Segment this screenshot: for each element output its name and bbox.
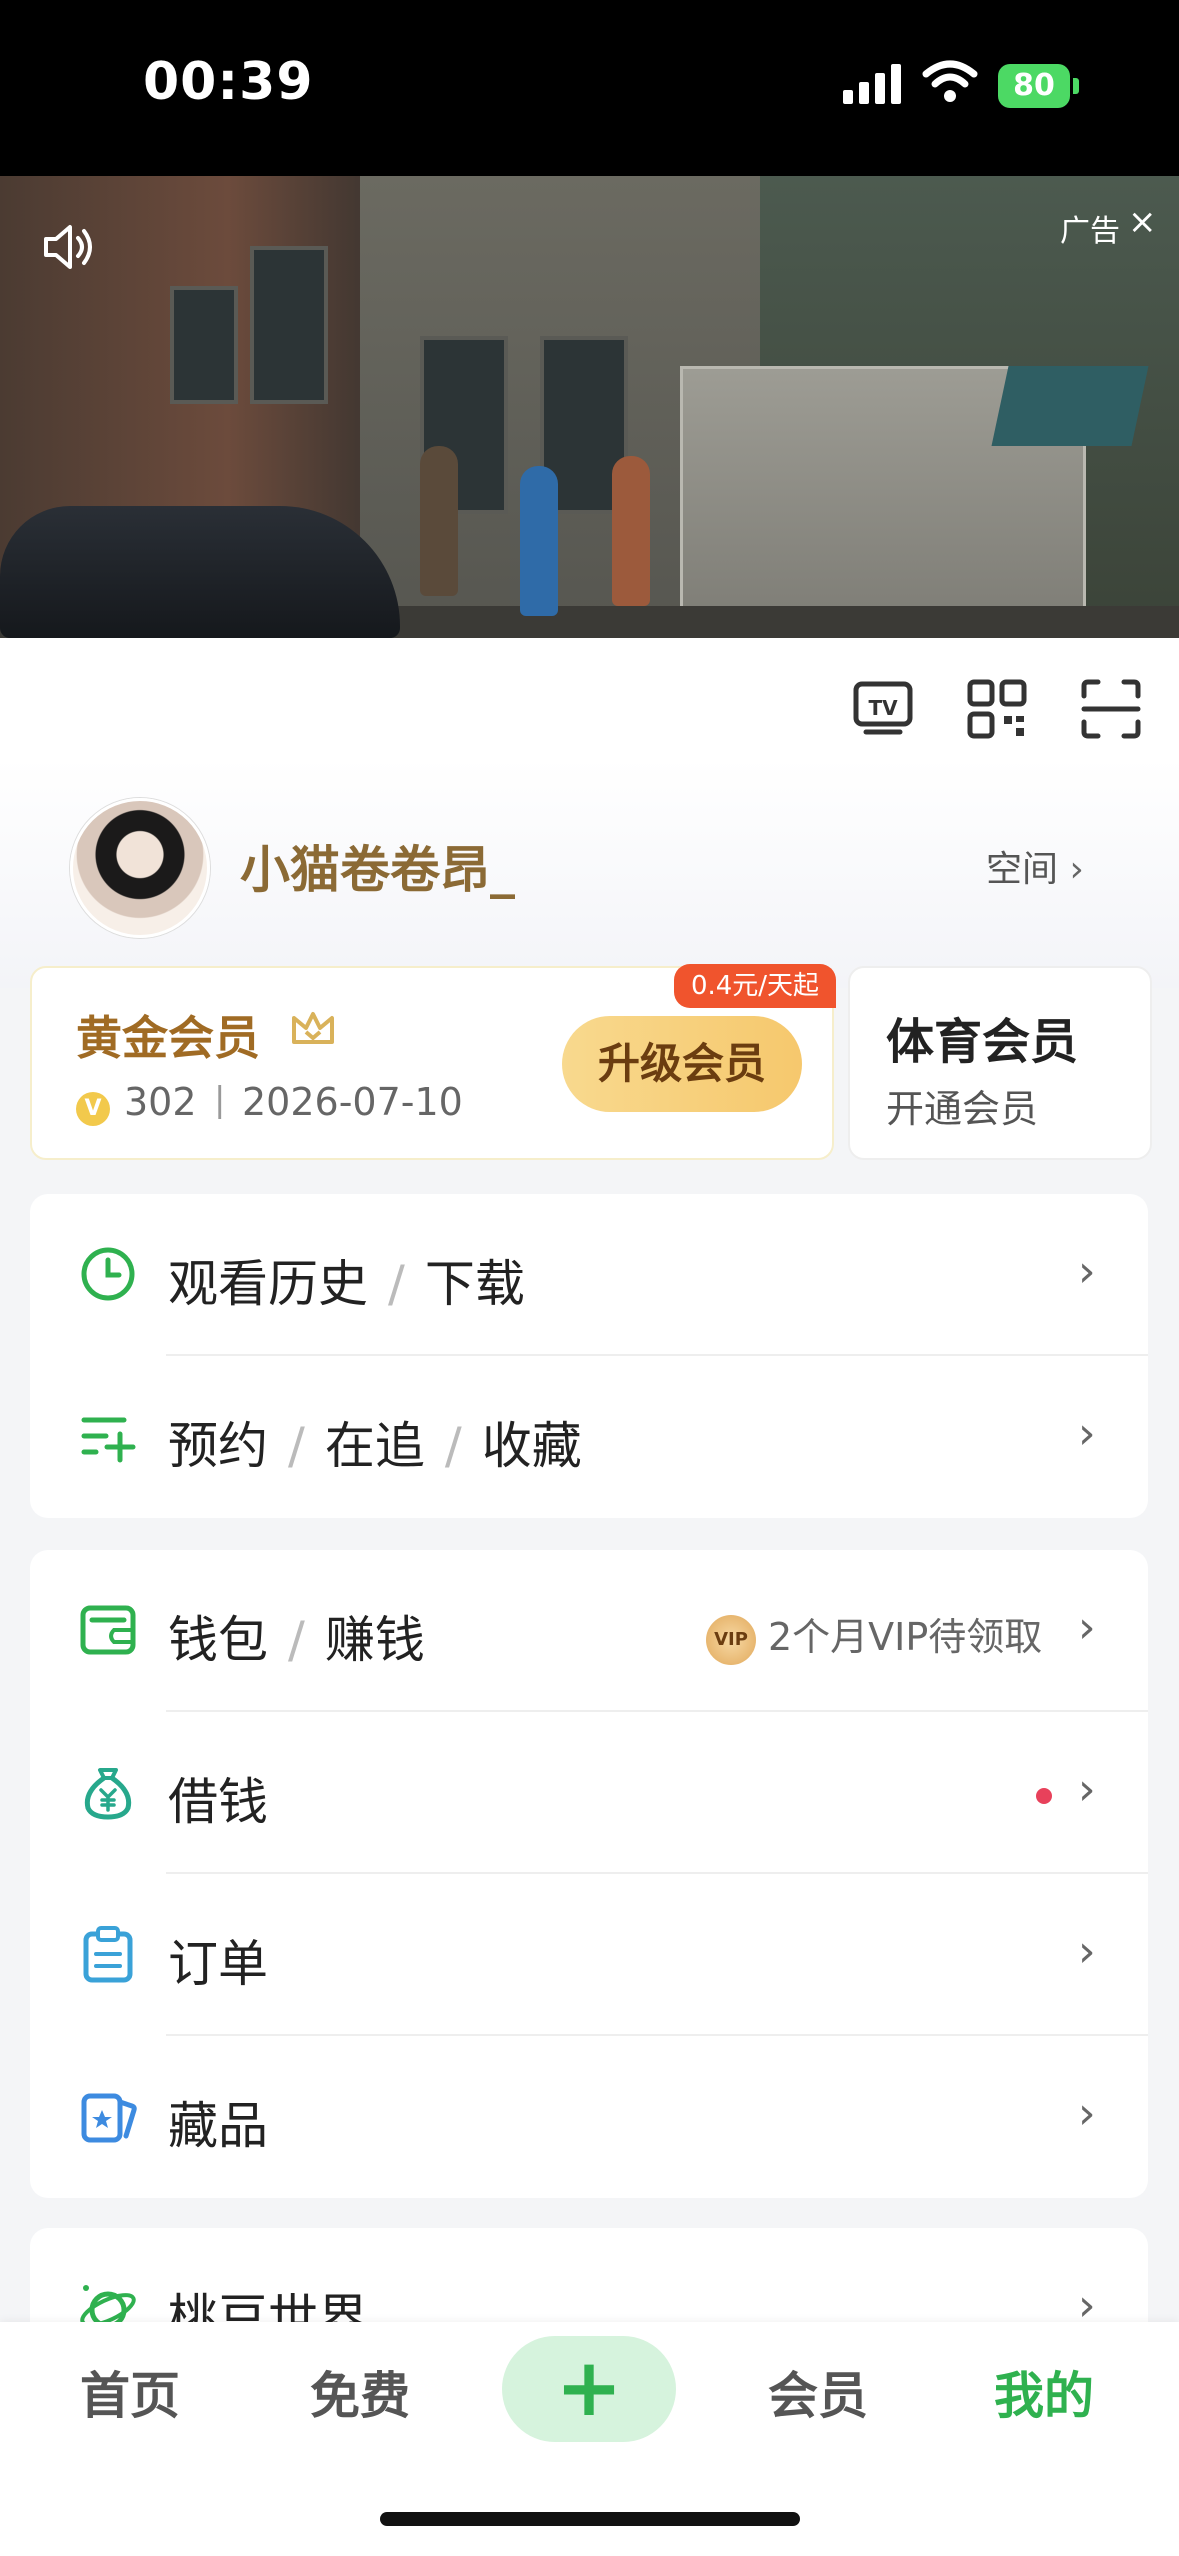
- ad-scene-person: [520, 466, 558, 616]
- money-bag-icon: [84, 1768, 132, 1820]
- slash-divider: /: [444, 1417, 462, 1475]
- menu-row-loan[interactable]: 借钱 ›: [30, 1712, 1148, 1874]
- username[interactable]: 小猫卷卷昂_: [240, 830, 515, 902]
- status-bar: 00:39 80: [0, 0, 1179, 176]
- list-add-icon: [81, 1417, 136, 1463]
- earn-label[interactable]: 赚钱: [325, 1611, 425, 1669]
- menu-row-history[interactable]: 观看历史 / 下载 ›: [30, 1194, 1148, 1356]
- menu-label: 钱包 / 赚钱: [168, 1600, 425, 1672]
- cellular-signal-icon: [843, 64, 901, 104]
- slash-divider: /: [288, 1611, 305, 1669]
- battery-tip: [1073, 78, 1079, 94]
- membership-separator: |: [214, 1080, 226, 1120]
- vip-reward-hint[interactable]: VIP 2个月VIP待领取: [706, 1606, 1042, 1665]
- chevron-right-icon: ›: [1078, 1602, 1096, 1653]
- space-link[interactable]: 空间 ›: [986, 840, 1084, 892]
- history-label[interactable]: 观看历史: [168, 1255, 368, 1313]
- avatar[interactable]: [70, 798, 210, 938]
- status-time: 00:39: [143, 52, 314, 112]
- qr-code-icon[interactable]: [966, 678, 1028, 740]
- menu-label: 观看历史 / 下载: [168, 1244, 525, 1316]
- notification-dot: [1036, 1788, 1052, 1804]
- orders-label: 订单: [168, 1935, 268, 1993]
- top-toolbar: TV: [0, 638, 1179, 758]
- chevron-right-icon: ›: [1078, 1408, 1096, 1459]
- ad-close-button[interactable]: ×: [1128, 202, 1157, 242]
- tab-free[interactable]: 免费: [310, 2356, 410, 2428]
- ad-scene-person: [612, 456, 650, 606]
- ad-label: 广告: [1060, 214, 1120, 249]
- ad-scene-window: [170, 286, 238, 404]
- slash-divider: /: [388, 1255, 405, 1313]
- clipboard-icon: [83, 1926, 133, 1983]
- chevron-right-icon: ›: [1078, 1246, 1096, 1297]
- sound-toggle-icon[interactable]: [42, 222, 98, 272]
- wallet-label[interactable]: 钱包: [168, 1611, 268, 1669]
- crown-icon: [292, 1012, 334, 1044]
- menu-row-orders[interactable]: 订单 ›: [30, 1874, 1148, 2036]
- tab-home[interactable]: 首页: [80, 2356, 180, 2428]
- add-button[interactable]: +: [502, 2336, 676, 2442]
- ad-banner[interactable]: 广告 ×: [0, 176, 1179, 638]
- coin-icon: V: [76, 1092, 110, 1126]
- menu-group-media: 观看历史 / 下载 › 预约 / 在追 / 收藏 ›: [30, 1194, 1148, 1518]
- membership-points: 302: [124, 1080, 197, 1124]
- membership-title: 黄金会员: [76, 1011, 260, 1065]
- membership-expiry: 2026-07-10: [242, 1080, 463, 1124]
- vip-badge-icon: VIP: [706, 1614, 756, 1665]
- loan-label: 借钱: [168, 1773, 268, 1831]
- favorites-label[interactable]: 收藏: [482, 1417, 582, 1475]
- collection-card-icon: [81, 2093, 137, 2143]
- price-badge: 0.4元/天起: [674, 964, 836, 1008]
- chevron-right-icon: ›: [1078, 2088, 1096, 2139]
- reserve-label[interactable]: 预约: [168, 1417, 268, 1475]
- download-label[interactable]: 下载: [425, 1255, 525, 1313]
- sports-membership-subtitle: 开通会员: [886, 1087, 1039, 1131]
- sports-membership-card[interactable]: 体育会员 开通会员: [848, 966, 1152, 1160]
- menu-row-reserve[interactable]: 预约 / 在追 / 收藏 ›: [30, 1356, 1148, 1518]
- clock-icon: [81, 1247, 135, 1301]
- home-indicator: [380, 2512, 800, 2526]
- profile-header: 小猫卷卷昂_ 空间 ›: [0, 758, 1179, 988]
- gold-membership-card[interactable]: 黄金会员 V 302 | 2026-07-10 升级会员 0.4元/天起: [30, 964, 836, 1160]
- slash-divider: /: [288, 1417, 305, 1475]
- menu-label: 预约 / 在追 / 收藏: [168, 1406, 582, 1478]
- space-link-label: 空间: [986, 849, 1059, 890]
- menu-group-services: 钱包 / 赚钱 VIP 2个月VIP待领取 › 借钱 › 订单 › 藏品 ›: [30, 1550, 1148, 2198]
- chevron-right-icon: ›: [1069, 849, 1084, 890]
- menu-row-collections[interactable]: 藏品 ›: [30, 2036, 1148, 2198]
- ad-scene-person: [420, 446, 458, 596]
- chevron-right-icon: ›: [1078, 1764, 1096, 1815]
- sports-membership-title: 体育会员: [886, 1014, 1079, 1070]
- ad-scene-awning: [991, 366, 1149, 446]
- upgrade-membership-button[interactable]: 升级会员: [562, 1016, 802, 1112]
- profile-page: TV 小猫卷卷昂_ 空间 › 黄金会员 V 302 | 2026-07-10 升…: [0, 638, 1179, 2556]
- following-label[interactable]: 在追: [325, 1417, 425, 1475]
- wallet-icon: [80, 1605, 136, 1655]
- battery-indicator: 80: [998, 64, 1070, 108]
- tab-member[interactable]: 会员: [768, 2356, 868, 2428]
- tv-cast-icon[interactable]: TV: [852, 678, 914, 740]
- vip-reward-text: 2个月VIP待领取: [768, 1615, 1043, 1659]
- collections-label: 藏品: [168, 2097, 268, 2155]
- svg-text:TV: TV: [868, 696, 898, 720]
- scan-icon[interactable]: [1080, 678, 1142, 740]
- chevron-right-icon: ›: [1078, 1926, 1096, 1977]
- ad-scene-car: [0, 506, 400, 638]
- menu-row-wallet[interactable]: 钱包 / 赚钱 VIP 2个月VIP待领取 ›: [30, 1550, 1148, 1712]
- wifi-icon: [922, 60, 978, 102]
- ad-scene-window: [250, 246, 328, 404]
- tab-mine[interactable]: 我的: [994, 2356, 1094, 2428]
